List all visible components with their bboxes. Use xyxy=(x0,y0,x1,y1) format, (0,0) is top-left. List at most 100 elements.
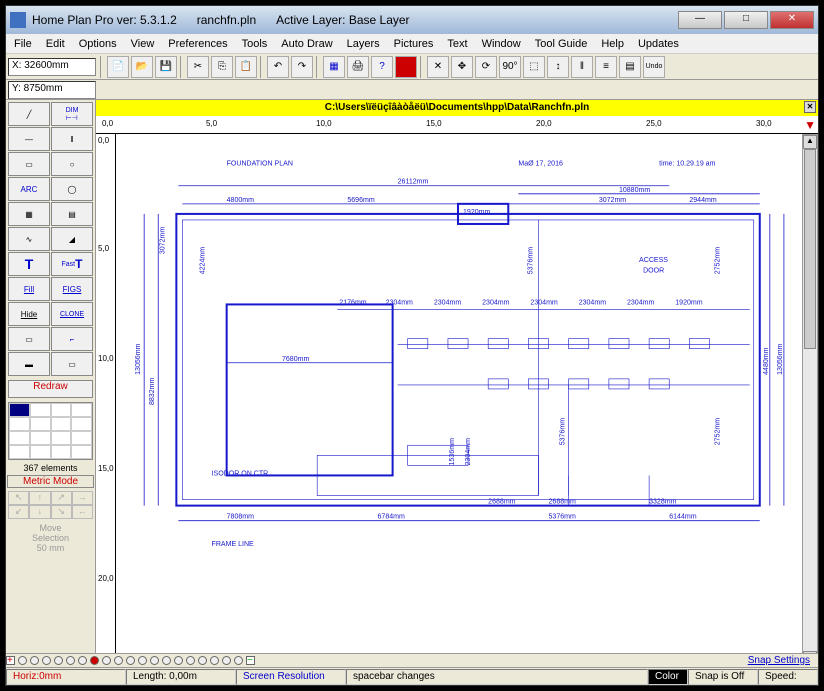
tool-r2[interactable]: ⌐ xyxy=(51,327,93,351)
zoom-dots[interactable]: + − Snap Settings xyxy=(6,653,818,667)
menubar: File Edit Options View Preferences Tools… xyxy=(6,34,818,54)
tool-curve[interactable]: ∿ xyxy=(8,227,50,251)
tool-figs[interactable]: FIGS xyxy=(51,277,93,301)
select-icon[interactable]: ⬚ xyxy=(523,56,545,78)
tool-text[interactable]: T xyxy=(8,252,50,276)
svg-text:4480mm: 4480mm xyxy=(763,347,770,374)
stop-icon[interactable] xyxy=(395,56,417,78)
svg-text:4800mm: 4800mm xyxy=(227,197,254,204)
ruler-marker-top: ▼ xyxy=(804,118,816,132)
menu-window[interactable]: Window xyxy=(482,38,521,50)
svg-text:2304mm: 2304mm xyxy=(482,299,509,306)
tool-circle[interactable]: ○ xyxy=(51,152,93,176)
tool-fill[interactable]: Fill xyxy=(8,277,50,301)
tool-dim[interactable]: DIM⊢⊣ xyxy=(51,102,93,126)
move-icon[interactable]: ✥ xyxy=(451,56,473,78)
zoom-out-icon: − xyxy=(246,656,255,665)
tool-fasttext[interactable]: FastT xyxy=(51,252,93,276)
open-icon[interactable]: 📂 xyxy=(131,56,153,78)
save-icon[interactable]: 💾 xyxy=(155,56,177,78)
svg-text:13056mm: 13056mm xyxy=(135,343,142,374)
metric-mode[interactable]: Metric Mode xyxy=(7,475,94,488)
svg-text:2304mm: 2304mm xyxy=(579,299,606,306)
tool-vline[interactable]: ‖ xyxy=(51,127,93,151)
tool-r4[interactable]: ▭ xyxy=(51,352,93,376)
grid-icon[interactable]: ▦ xyxy=(323,56,345,78)
menu-edit[interactable]: Edit xyxy=(46,38,65,50)
alignv-icon[interactable]: ‖ xyxy=(571,56,593,78)
svg-text:3072mm: 3072mm xyxy=(159,227,166,254)
menu-view[interactable]: View xyxy=(131,38,155,50)
help-icon[interactable]: ? xyxy=(371,56,393,78)
status-color[interactable]: Color xyxy=(648,669,688,685)
status-speed: Speed: xyxy=(758,669,818,685)
print-icon[interactable]: 🖨 xyxy=(347,56,369,78)
menu-autodraw[interactable]: Auto Draw xyxy=(281,38,332,50)
menu-pictures[interactable]: Pictures xyxy=(394,38,434,50)
snap-settings-link[interactable]: Snap Settings xyxy=(740,655,818,666)
svg-text:26112mm: 26112mm xyxy=(398,179,429,186)
status-screen[interactable]: Screen Resolution xyxy=(236,669,346,685)
menu-options[interactable]: Options xyxy=(79,38,117,50)
svg-text:5376mm: 5376mm xyxy=(549,514,576,521)
menu-file[interactable]: File xyxy=(14,38,32,50)
tool-ellipse[interactable]: ◯ xyxy=(51,177,93,201)
undo-icon[interactable]: ↶ xyxy=(267,56,289,78)
paste-icon[interactable]: 📋 xyxy=(235,56,257,78)
svg-text:2304mm: 2304mm xyxy=(627,299,654,306)
svg-text:5376mm: 5376mm xyxy=(527,247,534,274)
tool-hide[interactable]: Hide xyxy=(8,302,50,326)
canvas[interactable]: C:\Users\ïëüçîâàòåëü\Documents\hpp\Data\… xyxy=(96,100,818,684)
menu-text[interactable]: Text xyxy=(447,38,467,50)
status-snap: Snap is Off xyxy=(688,669,758,685)
minimize-button[interactable]: — xyxy=(678,11,722,29)
rotate-icon[interactable]: ⟳ xyxy=(475,56,497,78)
tool-r1[interactable]: ▭ xyxy=(8,327,50,351)
menu-tools[interactable]: Tools xyxy=(242,38,268,50)
status-length: Length: 0,00m xyxy=(126,669,236,685)
cut-icon[interactable]: ✂ xyxy=(187,56,209,78)
menu-layers[interactable]: Layers xyxy=(347,38,380,50)
tool-arc[interactable]: ARC xyxy=(8,177,50,201)
menu-toolguide[interactable]: Tool Guide xyxy=(535,38,588,50)
tool-grid2[interactable]: ▤ xyxy=(51,202,93,226)
menu-preferences[interactable]: Preferences xyxy=(168,38,227,50)
menu-updates[interactable]: Updates xyxy=(638,38,679,50)
align-icon[interactable]: ↕ xyxy=(547,56,569,78)
close-button[interactable]: ✕ xyxy=(770,11,814,29)
tool-rect[interactable]: ▭ xyxy=(8,152,50,176)
layers-icon[interactable]: ▤ xyxy=(619,56,641,78)
app-title: Home Plan Pro ver: 5.3.1.2 xyxy=(32,13,177,27)
flip-icon[interactable]: ≡ xyxy=(595,56,617,78)
maximize-button[interactable]: □ xyxy=(724,11,768,29)
coord-y: Y: 8750mm xyxy=(8,81,96,99)
redraw-button[interactable]: Redraw xyxy=(8,380,93,398)
svg-text:1920mm: 1920mm xyxy=(675,299,702,306)
arrow-pad[interactable]: ↖↑↗→ ↙↓↘← xyxy=(8,491,93,519)
tool-grid1[interactable]: ▦ xyxy=(8,202,50,226)
tool-line[interactable]: ╱ xyxy=(8,102,50,126)
tool-r3[interactable]: ▬ xyxy=(8,352,50,376)
new-icon[interactable]: 📄 xyxy=(107,56,129,78)
tool-clone[interactable]: CLONE xyxy=(51,302,93,326)
tool-hline[interactable]: — xyxy=(8,127,50,151)
svg-text:1536mm: 1536mm xyxy=(449,438,456,465)
tool-tri[interactable]: ◢ xyxy=(51,227,93,251)
coord-x: X: 32600mm xyxy=(8,58,96,76)
svg-text:ACCESS: ACCESS xyxy=(639,257,668,264)
menu-help[interactable]: Help xyxy=(601,38,624,50)
status-horiz: Horiz:0mm xyxy=(6,669,126,685)
delete-icon[interactable]: ✕ xyxy=(427,56,449,78)
undo2-icon[interactable]: Undo xyxy=(643,56,665,78)
copy-icon[interactable]: ⎘ xyxy=(211,56,233,78)
element-count: 367 elements xyxy=(6,462,95,474)
svg-text:5696mm: 5696mm xyxy=(347,197,374,204)
svg-text:3072mm: 3072mm xyxy=(599,197,626,204)
close-path-button[interactable]: ✕ xyxy=(804,101,816,113)
redo-icon[interactable]: ↷ xyxy=(291,56,313,78)
floor-plan[interactable]: 26112mm 10880mm 4800mm 5696mm 1920mm 307… xyxy=(116,134,800,666)
rot90-icon[interactable]: 90° xyxy=(499,56,521,78)
color-palette[interactable] xyxy=(8,402,93,460)
scrollbar-vertical[interactable]: ▲▼ xyxy=(802,134,818,666)
status-spacebar: spacebar changes xyxy=(346,669,648,685)
